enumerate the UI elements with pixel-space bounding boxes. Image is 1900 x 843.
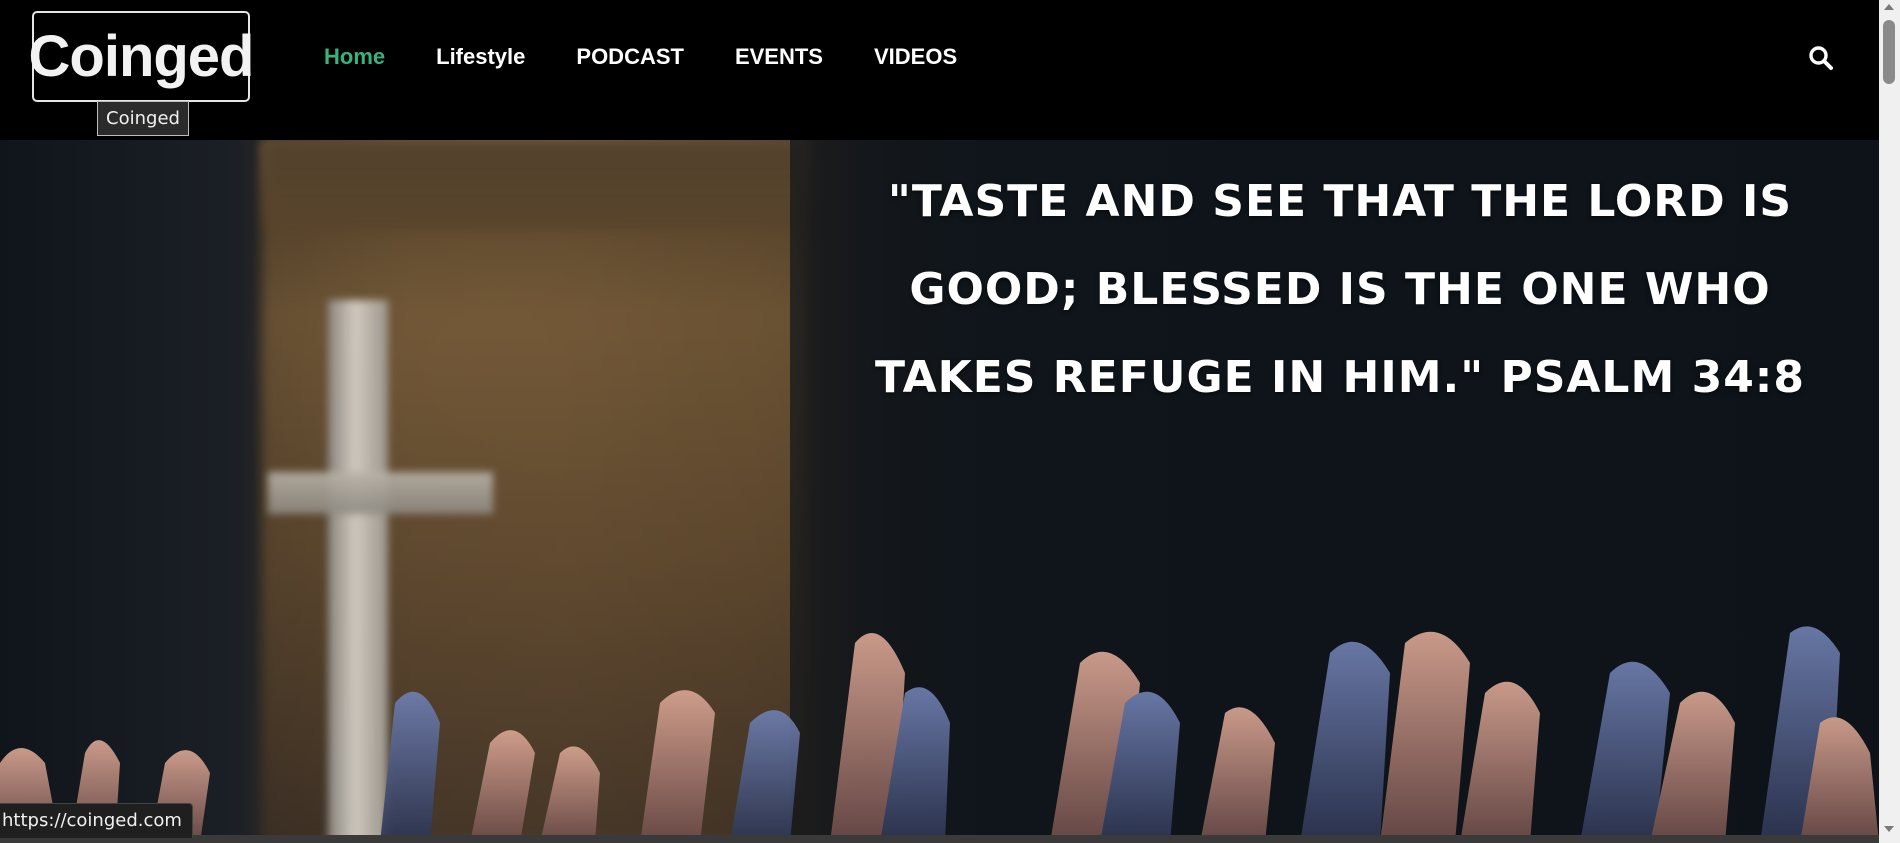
- search-icon: [1809, 46, 1833, 70]
- nav-item-events[interactable]: EVENTS: [735, 44, 823, 70]
- nav-item-lifestyle[interactable]: Lifestyle: [436, 44, 525, 70]
- status-bar-url: https://coinged.com: [0, 803, 193, 838]
- logo-text: Coinged: [28, 23, 255, 89]
- main-nav: Home Lifestyle PODCAST EVENTS VIDEOS: [324, 44, 1008, 70]
- vertical-scrollbar[interactable]: [1879, 0, 1900, 843]
- logo-tooltip: Coinged: [97, 101, 189, 136]
- scroll-down-arrow-icon[interactable]: [1884, 826, 1894, 832]
- raised-hands-crowd: [0, 626, 1879, 843]
- scrollbar-thumb[interactable]: [1883, 20, 1895, 84]
- scroll-up-arrow-icon[interactable]: [1884, 4, 1894, 10]
- hero-banner: "TASTE AND SEE THAT THE LORD IS GOOD; BL…: [0, 140, 1879, 843]
- nav-item-podcast[interactable]: PODCAST: [576, 44, 684, 70]
- horizontal-scrollbar-track: [0, 835, 1879, 843]
- search-button[interactable]: [1808, 45, 1834, 71]
- site-logo[interactable]: Coinged: [29, 11, 254, 102]
- hero-quote: "TASTE AND SEE THAT THE LORD IS GOOD; BL…: [874, 176, 1806, 403]
- site-header: Coinged Coinged Home Lifestyle PODCAST E…: [0, 0, 1879, 140]
- nav-item-home[interactable]: Home: [324, 44, 385, 70]
- cross-horizontal-beam: [268, 472, 493, 514]
- nav-item-videos[interactable]: VIDEOS: [874, 44, 957, 70]
- page: Coinged Coinged Home Lifestyle PODCAST E…: [0, 0, 1900, 843]
